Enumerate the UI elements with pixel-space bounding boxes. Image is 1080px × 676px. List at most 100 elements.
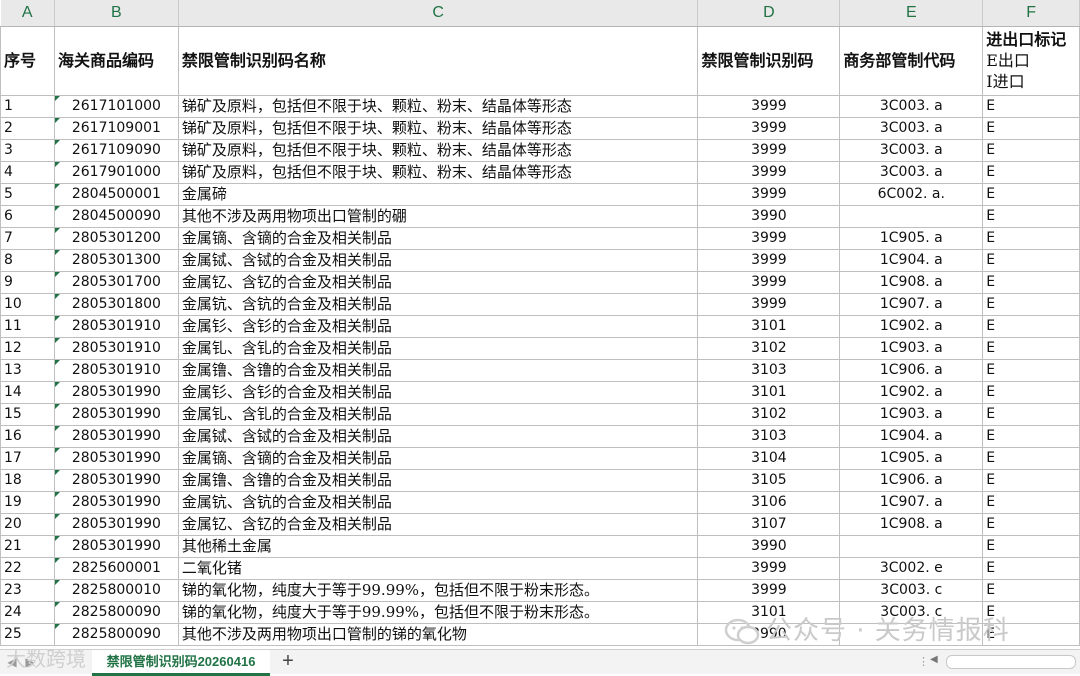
cell-mofcom-code[interactable]: 3C003. a (839, 161, 984, 184)
cell-flag[interactable]: E (982, 227, 1080, 250)
column-header-e[interactable]: E (839, 0, 984, 27)
cell-flag[interactable]: E (982, 469, 1080, 492)
cell-mofcom-code[interactable]: 3C003. a (839, 139, 984, 162)
cell-flag[interactable]: E (982, 271, 1080, 294)
cell-hs-code[interactable]: 2805301200 (54, 227, 179, 250)
cell-name[interactable]: 金属钇、含钇的合金及相关制品 (178, 271, 699, 294)
cell-seq[interactable]: 2 (0, 117, 55, 140)
cell-name[interactable]: 金属钆、含钆的合金及相关制品 (178, 403, 699, 426)
cell-seq[interactable]: 16 (0, 425, 55, 448)
cell-mofcom-code[interactable]: 1C907. a (839, 491, 984, 514)
cell-name[interactable]: 金属钆、含钆的合金及相关制品 (178, 337, 699, 360)
cell-name[interactable]: 其他不涉及两用物项出口管制的硼 (178, 205, 699, 228)
cell-seq[interactable]: 24 (0, 601, 55, 624)
cell-seq[interactable]: 15 (0, 403, 55, 426)
cell-flag[interactable]: E (982, 205, 1080, 228)
column-header-c[interactable]: C (178, 0, 699, 27)
header-mofcom-code[interactable]: 商务部管制代码 (839, 26, 984, 96)
cell-seq[interactable]: 22 (0, 557, 55, 580)
cell-seq[interactable]: 19 (0, 491, 55, 514)
cell-name[interactable]: 锑的氧化物，纯度大于等于99.99%，包括但不限于粉末形态。 (178, 601, 699, 624)
cell-mofcom-code[interactable]: 1C903. a (839, 403, 984, 426)
cell-mofcom-code[interactable]: 1C907. a (839, 293, 984, 316)
cell-mofcom-code[interactable] (839, 535, 984, 558)
cell-hs-code[interactable]: 2805301990 (54, 513, 179, 536)
cell-hs-code[interactable]: 2617101000 (54, 95, 179, 118)
cell-mofcom-code[interactable]: 3C003. a (839, 117, 984, 140)
cell-flag[interactable]: E (982, 359, 1080, 382)
cell-flag[interactable]: E (982, 447, 1080, 470)
cell-mofcom-code[interactable]: 1C904. a (839, 425, 984, 448)
cell-mofcom-code[interactable]: 3C003. c (839, 579, 984, 602)
cell-mofcom-code[interactable]: 1C906. a (839, 359, 984, 382)
cell-control-code[interactable]: 3101 (697, 315, 841, 338)
column-header-f[interactable]: F (982, 0, 1080, 27)
cell-control-code[interactable]: 3999 (697, 161, 841, 184)
cell-control-code[interactable]: 3105 (697, 469, 841, 492)
cell-seq[interactable]: 11 (0, 315, 55, 338)
cell-flag[interactable]: E (982, 183, 1080, 206)
cell-control-code[interactable]: 3999 (697, 579, 841, 602)
cell-flag[interactable]: E (982, 403, 1080, 426)
cell-name[interactable]: 金属钪、含钪的合金及相关制品 (178, 491, 699, 514)
cell-seq[interactable]: 13 (0, 359, 55, 382)
cell-flag[interactable]: E (982, 95, 1080, 118)
cell-hs-code[interactable]: 2805301990 (54, 447, 179, 470)
header-flag[interactable]: 进出口标记 E出口 I进口 (982, 26, 1080, 96)
header-control-code[interactable]: 禁限管制识别码 (697, 26, 841, 96)
cell-seq[interactable]: 4 (0, 161, 55, 184)
column-header-d[interactable]: D (697, 0, 841, 27)
cell-mofcom-code[interactable]: 3C003. a (839, 95, 984, 118)
cell-seq[interactable]: 5 (0, 183, 55, 206)
cell-control-code[interactable]: 3999 (697, 249, 841, 272)
cell-flag[interactable]: E (982, 491, 1080, 514)
cell-control-code[interactable]: 3106 (697, 491, 841, 514)
cell-hs-code[interactable]: 2825800010 (54, 579, 179, 602)
cell-hs-code[interactable]: 2805301990 (54, 425, 179, 448)
cell-name[interactable]: 金属镝、含镝的合金及相关制品 (178, 227, 699, 250)
cell-control-code[interactable]: 3107 (697, 513, 841, 536)
cell-flag[interactable]: E (982, 557, 1080, 580)
cell-mofcom-code[interactable]: 1C908. a (839, 271, 984, 294)
cell-hs-code[interactable]: 2805301910 (54, 359, 179, 382)
cell-control-code[interactable]: 3999 (697, 117, 841, 140)
cell-flag[interactable]: E (982, 337, 1080, 360)
cell-name[interactable]: 金属钐、含钐的合金及相关制品 (178, 315, 699, 338)
cell-seq[interactable]: 23 (0, 579, 55, 602)
header-hs-code[interactable]: 海关商品编码 (54, 26, 179, 96)
cell-seq[interactable]: 8 (0, 249, 55, 272)
add-sheet-button[interactable]: + (278, 651, 298, 671)
cell-name[interactable]: 金属碲 (178, 183, 699, 206)
cell-flag[interactable]: E (982, 293, 1080, 316)
cell-name[interactable]: 其他不涉及两用物项出口管制的锑的氧化物 (178, 623, 699, 646)
column-header-b[interactable]: B (54, 0, 179, 27)
cell-mofcom-code[interactable]: 1C906. a (839, 469, 984, 492)
cell-control-code[interactable]: 3102 (697, 337, 841, 360)
cell-seq[interactable]: 18 (0, 469, 55, 492)
cell-hs-code[interactable]: 2805301800 (54, 293, 179, 316)
cell-flag[interactable]: E (982, 425, 1080, 448)
cell-seq[interactable]: 10 (0, 293, 55, 316)
cell-hs-code[interactable]: 2804500090 (54, 205, 179, 228)
cell-control-code[interactable]: 3999 (697, 557, 841, 580)
cell-flag[interactable]: E (982, 381, 1080, 404)
header-name[interactable]: 禁限管制识别码名称 (178, 26, 699, 96)
cell-name[interactable]: 金属镥、含镥的合金及相关制品 (178, 469, 699, 492)
cell-hs-code[interactable]: 2617109090 (54, 139, 179, 162)
cell-flag[interactable]: E (982, 513, 1080, 536)
cell-flag[interactable]: E (982, 249, 1080, 272)
cell-mofcom-code[interactable]: 1C908. a (839, 513, 984, 536)
cell-name[interactable]: 金属铽、含铽的合金及相关制品 (178, 425, 699, 448)
cell-hs-code[interactable]: 2805301990 (54, 403, 179, 426)
cell-control-code[interactable]: 3103 (697, 359, 841, 382)
cell-name[interactable]: 金属钐、含钐的合金及相关制品 (178, 381, 699, 404)
cell-hs-code[interactable]: 2805301910 (54, 337, 179, 360)
cell-name[interactable]: 锑矿及原料，包括但不限于块、颗粒、粉末、结晶体等形态 (178, 117, 699, 140)
cell-hs-code[interactable]: 2825600001 (54, 557, 179, 580)
cell-control-code[interactable]: 3999 (697, 183, 841, 206)
cell-mofcom-code[interactable]: 1C902. a (839, 315, 984, 338)
cell-name[interactable]: 锑矿及原料，包括但不限于块、颗粒、粉末、结晶体等形态 (178, 139, 699, 162)
cell-control-code[interactable]: 3104 (697, 447, 841, 470)
cell-control-code[interactable]: 3103 (697, 425, 841, 448)
cell-control-code[interactable]: 3990 (697, 535, 841, 558)
